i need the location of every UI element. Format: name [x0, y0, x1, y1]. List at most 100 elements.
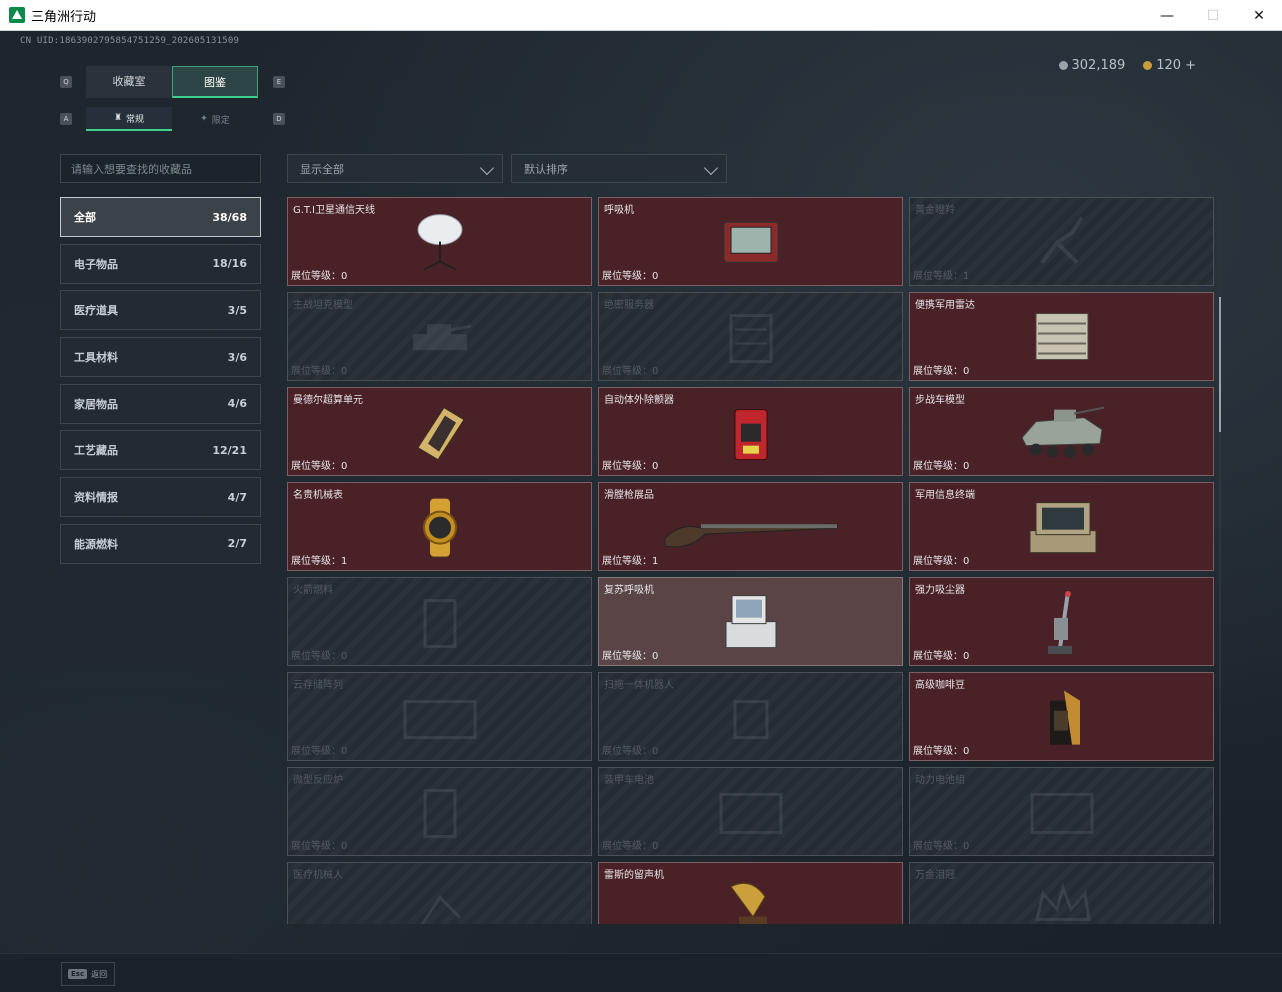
item-name: 万金泪冠 — [915, 870, 955, 881]
search-input[interactable]: 请输入想要查找的收藏品 — [60, 154, 261, 183]
category-all[interactable]: 全部 38/68 — [60, 197, 261, 237]
item-level: 展位等级：0 — [913, 651, 970, 662]
gold-amount: 120 — [1156, 58, 1182, 73]
item-card[interactable]: 医疗机械人 — [287, 862, 592, 924]
category-medical[interactable]: 医疗道具 3/5 — [60, 290, 261, 331]
item-card[interactable]: 步战车模型 展位等级：0 — [909, 387, 1214, 476]
item-name: 雷斯的留声机 — [604, 870, 664, 881]
item-card[interactable]: 军用信息终端 展位等级：0 — [909, 482, 1214, 571]
item-name: 复苏呼吸机 — [604, 585, 654, 596]
server-icon — [721, 307, 781, 371]
close-button[interactable]: ✕ — [1236, 0, 1282, 31]
item-level: 展位等级：0 — [602, 461, 659, 472]
battery-icon — [711, 784, 791, 844]
watch-icon — [412, 496, 468, 562]
window-title: 三角洲行动 — [31, 9, 97, 25]
item-name: 步战车模型 — [915, 395, 965, 406]
ventilator-icon — [720, 216, 782, 272]
crown-icon — [1027, 879, 1097, 924]
window-titlebar: 三角洲行动 — ☐ ✕ — [0, 0, 1282, 31]
back-button[interactable]: Esc 返回 — [61, 962, 115, 986]
category-label: 全部 — [74, 211, 96, 224]
main-tabs: 收藏室 图鉴 — [86, 66, 258, 98]
item-name: 自动体外除颤器 — [604, 395, 674, 406]
item-card[interactable]: 火箭燃料 展位等级：0 — [287, 577, 592, 666]
item-level: 展位等级：0 — [602, 271, 659, 282]
sort-value: 默认排序 — [524, 162, 568, 176]
item-card[interactable]: 扫拖一体机器人 展位等级：0 — [598, 672, 903, 761]
item-card[interactable]: 便携军用雷达 展位等级：0 — [909, 292, 1214, 381]
radar-icon — [1030, 307, 1094, 371]
reactor-icon — [415, 782, 465, 846]
satellite-dish-icon — [410, 211, 470, 277]
item-name: 呼吸机 — [604, 205, 634, 216]
category-count: 2/7 — [227, 537, 247, 551]
item-card[interactable]: 云存储阵列展位等级：0 — [287, 672, 592, 761]
scrollbar-thumb[interactable] — [1219, 297, 1221, 432]
tab-catalog[interactable]: 图鉴 — [172, 66, 258, 98]
item-name: 医疗机械人 — [293, 870, 343, 881]
item-card[interactable]: 名贵机械表 展位等级：1 — [287, 482, 592, 571]
gold-coin-icon — [1143, 61, 1153, 70]
item-card[interactable]: 滑膛枪展品 展位等级：1 — [598, 482, 903, 571]
item-card[interactable]: G.T.I卫星通信天线 展位等级：0 — [287, 197, 592, 286]
category-count: 38/68 — [212, 210, 247, 224]
sort-dropdown[interactable]: 默认排序 — [511, 154, 727, 183]
limited-icon: ✦ — [200, 114, 208, 124]
item-card[interactable]: 黄金瞪羚 展位等级：1 — [909, 197, 1214, 286]
filter-dropdown[interactable]: 显示全部 — [287, 154, 503, 183]
silver-currency: 302,189 — [1058, 58, 1125, 73]
category-energy[interactable]: 能源燃料 2/7 — [60, 523, 261, 564]
tank-icon — [405, 312, 475, 366]
tab-regular[interactable]: ♜ 常规 — [86, 107, 172, 131]
category-electronics[interactable]: 电子物品 18/16 — [60, 243, 261, 284]
item-level: 展位等级：0 — [602, 841, 659, 852]
item-name: 云存储阵列 — [293, 680, 343, 691]
category-intel[interactable]: 资料情报 4/7 — [60, 477, 261, 518]
regular-icon: ♜ — [113, 113, 123, 123]
uid-label: CN UID:1863902795854751259_202605131509 — [20, 36, 240, 46]
item-card[interactable]: 自动体外除颤器 展位等级：0 — [598, 387, 903, 476]
item-level: 展位等级：0 — [602, 366, 659, 377]
item-name: 绝密服务器 — [604, 300, 654, 311]
resuscitator-icon — [718, 591, 784, 657]
item-card[interactable]: 呼吸机展位等级：0 — [598, 197, 903, 286]
category-tools[interactable]: 工具材料 3/6 — [60, 337, 261, 378]
maximize-button[interactable]: ☐ — [1190, 0, 1236, 31]
item-card[interactable]: 主战坦克模型 展位等级：0 — [287, 292, 592, 381]
category-home[interactable]: 家居物品 4/6 — [60, 383, 261, 424]
item-card[interactable]: 曼德尔超算单元 展位等级：0 — [287, 387, 592, 476]
item-card[interactable]: 高级咖啡豆 展位等级：0 — [909, 672, 1214, 761]
item-card[interactable]: 装甲车电池 展位等级：0 — [598, 767, 903, 856]
item-card[interactable]: 复苏呼吸机 展位等级：0 — [598, 577, 903, 666]
key-hint-d: D — [273, 113, 285, 125]
gazelle-icon — [1032, 212, 1092, 276]
terminal-icon — [1022, 496, 1102, 562]
item-card[interactable]: 微型反应炉 展位等级：0 — [287, 767, 592, 856]
category-list: 全部 38/68 电子物品 18/16 医疗道具 3/5 工具材料 3/6 家居物品 4/… — [60, 197, 261, 571]
medical-robot-icon — [410, 877, 470, 924]
ifv-icon — [1014, 401, 1110, 467]
minimize-button[interactable]: — — [1144, 0, 1190, 31]
item-card[interactable]: 动力电池组 展位等级：0 — [909, 767, 1214, 856]
back-label: 返回 — [91, 969, 108, 979]
item-name: 名贵机械表 — [293, 490, 343, 501]
esc-key-hint: Esc — [68, 969, 88, 979]
category-crafts[interactable]: 工艺藏品 12/21 — [60, 430, 261, 471]
tab-collection-room[interactable]: 收藏室 — [86, 66, 172, 98]
item-card[interactable]: 强力吸尘器 展位等级：0 — [909, 577, 1214, 666]
tab-limited[interactable]: ✦ 限定 — [172, 107, 258, 131]
item-card[interactable]: 万金泪冠 — [909, 862, 1214, 924]
item-grid: G.T.I卫星通信天线 展位等级：0 呼吸机 展位等级：0 黄金瞪羚 展位等级：1 主战坦克… — [287, 197, 1214, 924]
category-count: 4/6 — [227, 397, 247, 411]
category-label: 工具材料 — [74, 351, 118, 365]
item-level: 展位等级：0 — [291, 366, 348, 377]
bottom-bar: Esc 返回 — [0, 953, 1282, 992]
item-card[interactable]: 雷斯的留声机 — [598, 862, 903, 924]
gold-currency[interactable]: 120 + — [1143, 58, 1196, 73]
category-label: 电子物品 — [74, 257, 118, 271]
item-card[interactable]: 绝密服务器展位等级：0 — [598, 292, 903, 381]
item-level: 展位等级：0 — [291, 746, 348, 757]
add-gold-button[interactable]: + — [1185, 58, 1196, 73]
item-name: 军用信息终端 — [915, 490, 975, 501]
